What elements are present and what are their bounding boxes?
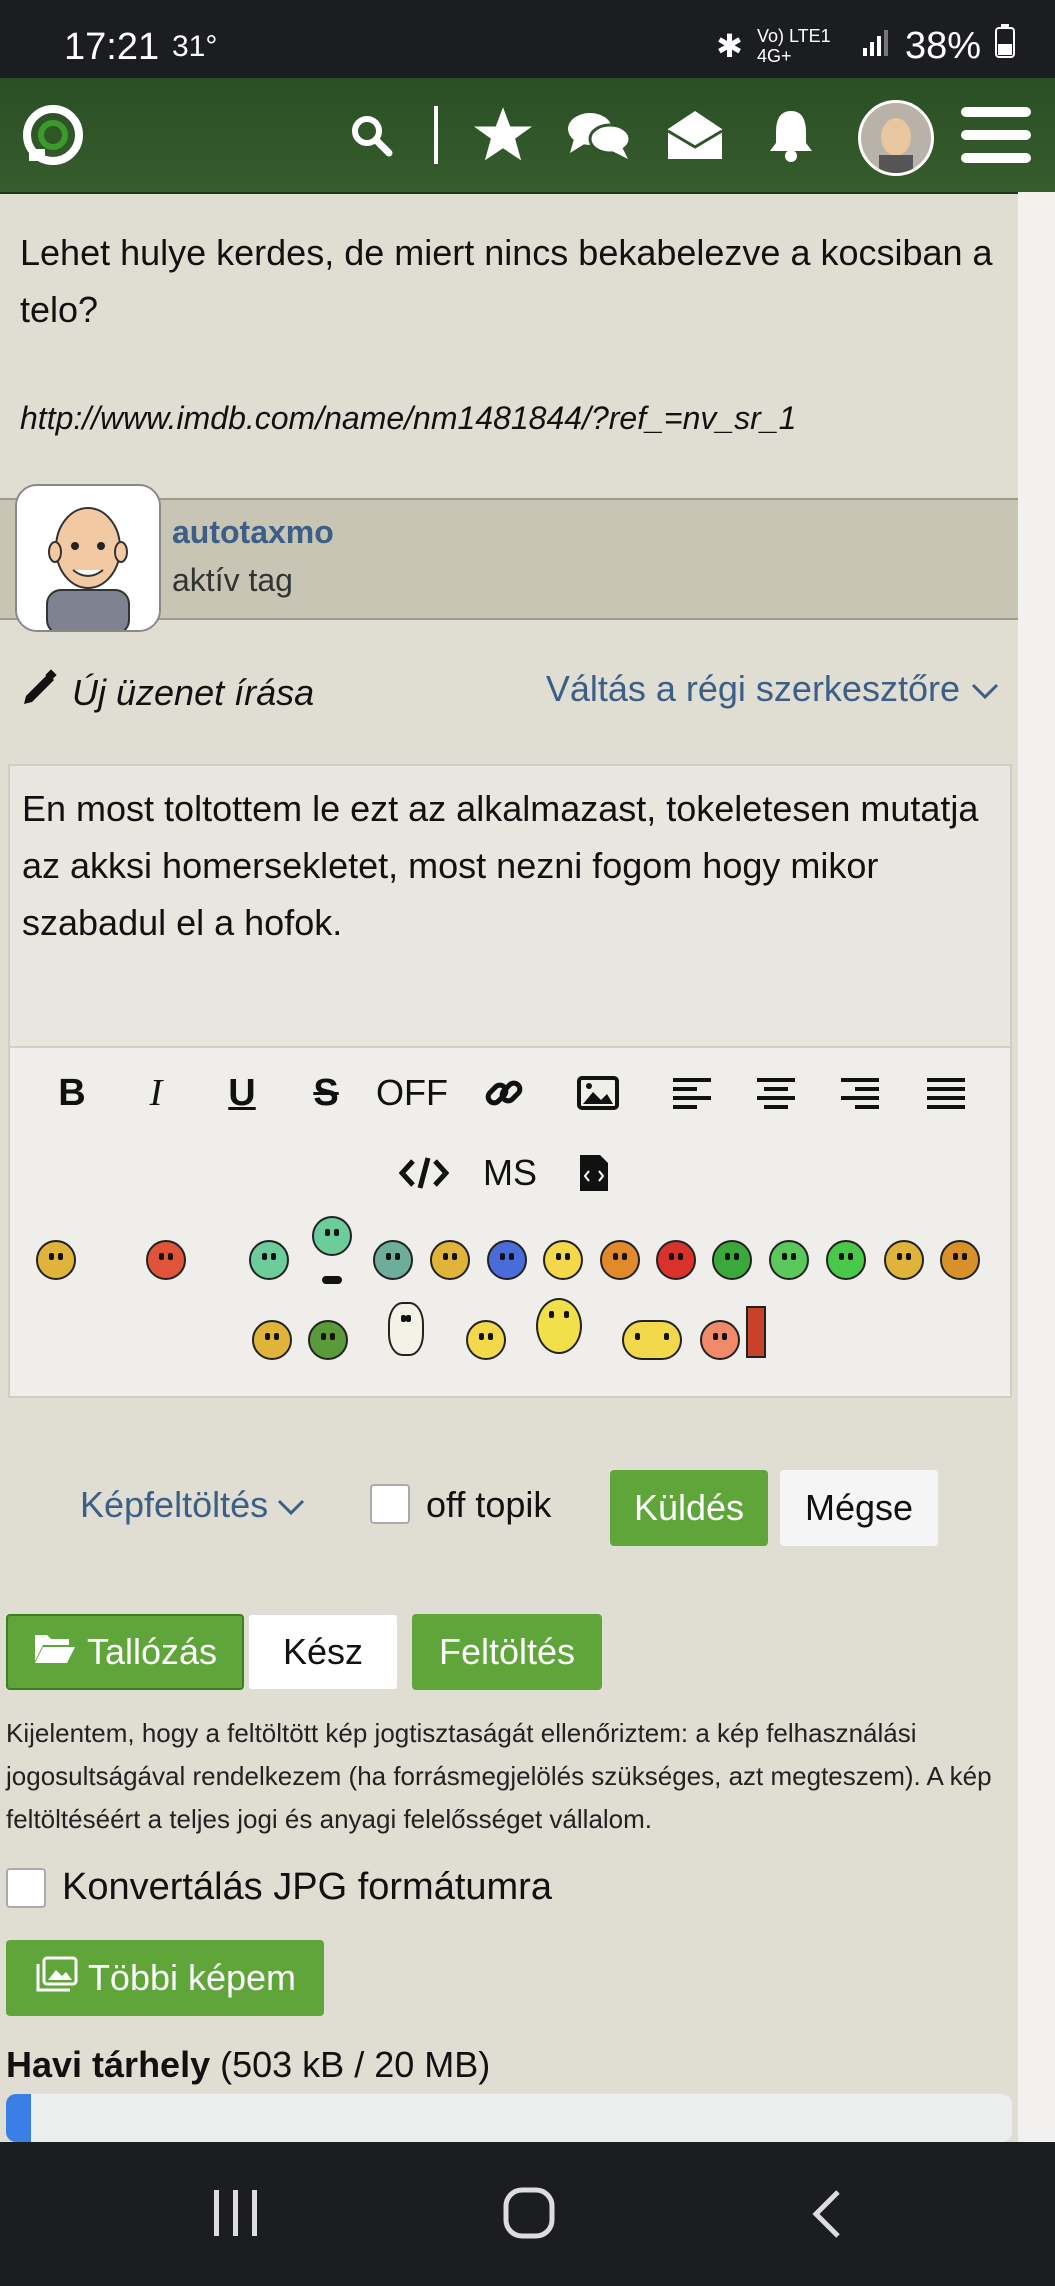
switch-editor-link[interactable]: Váltás a régi szerkesztőre: [546, 668, 1000, 710]
smiley-icon[interactable]: [312, 1216, 352, 1256]
battery-icon: [995, 24, 1015, 68]
code-icon[interactable]: [398, 1148, 450, 1198]
post-text: Lehet hulye kerdes, de miert nincs bekab…: [20, 232, 993, 330]
smiley-icon[interactable]: [466, 1320, 506, 1360]
link-icon[interactable]: [474, 1063, 534, 1123]
smiley-icon[interactable]: [430, 1240, 470, 1280]
more-images-button[interactable]: Többi képem: [6, 1940, 324, 2016]
off-topic-checkbox[interactable]: [370, 1484, 410, 1524]
status-bar: 17:21 31° ✱ Vo) LTE1 4G+ 38%: [0, 0, 1055, 78]
smiley-icon[interactable]: [769, 1240, 809, 1280]
message-body[interactable]: En most toltottem le ezt az alkalmazast,…: [22, 780, 982, 951]
align-center-icon[interactable]: [746, 1063, 806, 1123]
smiley-icon[interactable]: [622, 1320, 682, 1360]
envelope-icon[interactable]: [658, 98, 732, 172]
search-icon[interactable]: [334, 98, 408, 172]
convert-jpg-checkbox[interactable]: [6, 1868, 46, 1908]
logo-icon[interactable]: [16, 98, 90, 172]
upload-button[interactable]: Feltöltés: [412, 1614, 602, 1690]
upload-disclaimer: Kijelentem, hogy a feltöltött kép jogtis…: [6, 1718, 992, 1834]
chat-icon[interactable]: [562, 98, 636, 172]
network-indicator: Vo) LTE1 4G+: [756, 26, 831, 66]
quota-label: Havi tárhely: [6, 2044, 211, 2085]
convert-jpg-label: Konvertálás JPG formátumra: [62, 1866, 552, 1908]
strikethrough-button[interactable]: S: [296, 1063, 356, 1123]
align-left-icon[interactable]: [662, 1063, 722, 1123]
image-icon[interactable]: [568, 1063, 628, 1123]
chevron-down-icon: [970, 668, 1000, 710]
smiley-icon[interactable]: [656, 1240, 696, 1280]
smiley-icon[interactable]: [543, 1240, 583, 1280]
new-message-title: Új üzenet írása: [72, 671, 315, 713]
file-code-icon[interactable]: [574, 1148, 614, 1198]
smiley-icon[interactable]: [373, 1240, 413, 1280]
smiley-icon[interactable]: [36, 1240, 76, 1280]
smiley-icon[interactable]: [826, 1240, 866, 1280]
new-message-heading: Új üzenet írása: [20, 668, 314, 717]
header-divider: [434, 106, 438, 164]
message-textarea[interactable]: En most toltottem le ezt az alkalmazast,…: [10, 766, 1010, 1048]
smiley-icon[interactable]: [252, 1320, 292, 1360]
cancel-button[interactable]: Mégse: [780, 1470, 938, 1546]
smiley-icon[interactable]: [487, 1240, 527, 1280]
smiley-icon[interactable]: [700, 1320, 740, 1360]
system-nav-bar: [0, 2142, 1055, 2286]
smiley-icon[interactable]: [249, 1240, 289, 1280]
smiley-icon[interactable]: [940, 1240, 980, 1280]
home-icon[interactable]: [502, 2186, 556, 2245]
pencil-icon: [20, 668, 60, 717]
quota-heading: Havi tárhely (503 kB / 20 MB): [6, 2044, 490, 2086]
image-upload-toggle[interactable]: Képfeltöltés: [80, 1484, 306, 1526]
underline-button[interactable]: U: [212, 1063, 272, 1123]
app-header: [0, 78, 1055, 194]
bluetooth-icon: ✱: [716, 28, 743, 64]
ms-button[interactable]: MS: [478, 1148, 542, 1198]
quota-progress-bar: [6, 2094, 1012, 2142]
smiley-icon[interactable]: [600, 1240, 640, 1280]
chevron-down-icon: [276, 1484, 306, 1526]
browse-label: Tallózás: [86, 1631, 218, 1672]
user-avatar[interactable]: [15, 484, 161, 632]
status-time: 17:21: [64, 26, 160, 68]
brick-wall-icon: [746, 1306, 766, 1358]
scrollbar-track[interactable]: [1018, 192, 1055, 2142]
status-right: ✱ Vo) LTE1 4G+ 38%: [716, 24, 1015, 68]
username[interactable]: autotaxmo: [172, 514, 334, 551]
italic-button[interactable]: I: [126, 1063, 186, 1123]
smiley-icon[interactable]: [536, 1298, 582, 1354]
recent-apps-icon[interactable]: [210, 2188, 262, 2243]
smiley-icon[interactable]: [884, 1240, 924, 1280]
folder-open-icon: [33, 1631, 77, 1674]
menu-icon[interactable]: [958, 98, 1034, 172]
off-button[interactable]: OFF: [372, 1063, 452, 1123]
smiley-icon[interactable]: [388, 1302, 424, 1356]
off-topic-label: off topik: [426, 1484, 552, 1525]
image-upload-label: Képfeltöltés: [80, 1484, 269, 1525]
smiley-icon[interactable]: [712, 1240, 752, 1280]
quota-progress-fill: [6, 2094, 32, 2142]
smiley-icon[interactable]: [308, 1320, 348, 1360]
bold-button[interactable]: B: [42, 1063, 102, 1123]
align-justify-icon[interactable]: [916, 1063, 976, 1123]
smiley-decoration: [322, 1276, 342, 1284]
post-link[interactable]: http://www.imdb.com/name/nm1481844/?ref_…: [20, 400, 796, 437]
battery-percent: 38%: [904, 24, 981, 67]
send-button[interactable]: Küldés: [610, 1470, 768, 1546]
smiley-icon[interactable]: [146, 1240, 186, 1280]
status-temperature: 31°: [172, 30, 218, 63]
back-icon[interactable]: [808, 2188, 848, 2245]
align-right-icon[interactable]: [830, 1063, 890, 1123]
star-icon[interactable]: [466, 98, 540, 172]
bell-icon[interactable]: [754, 98, 828, 172]
avatar[interactable]: [858, 100, 934, 176]
quota-value: (503 kB / 20 MB): [220, 2044, 491, 2085]
upload-status: Kész: [248, 1614, 398, 1690]
more-images-label: Többi képem: [87, 1957, 297, 1998]
images-icon: [34, 1956, 78, 2001]
switch-editor-label: Váltás a régi szerkesztőre: [545, 668, 960, 709]
signal-icon: [861, 25, 891, 68]
browse-button[interactable]: Tallózás: [6, 1614, 244, 1690]
user-rank: aktív tag: [172, 562, 293, 598]
